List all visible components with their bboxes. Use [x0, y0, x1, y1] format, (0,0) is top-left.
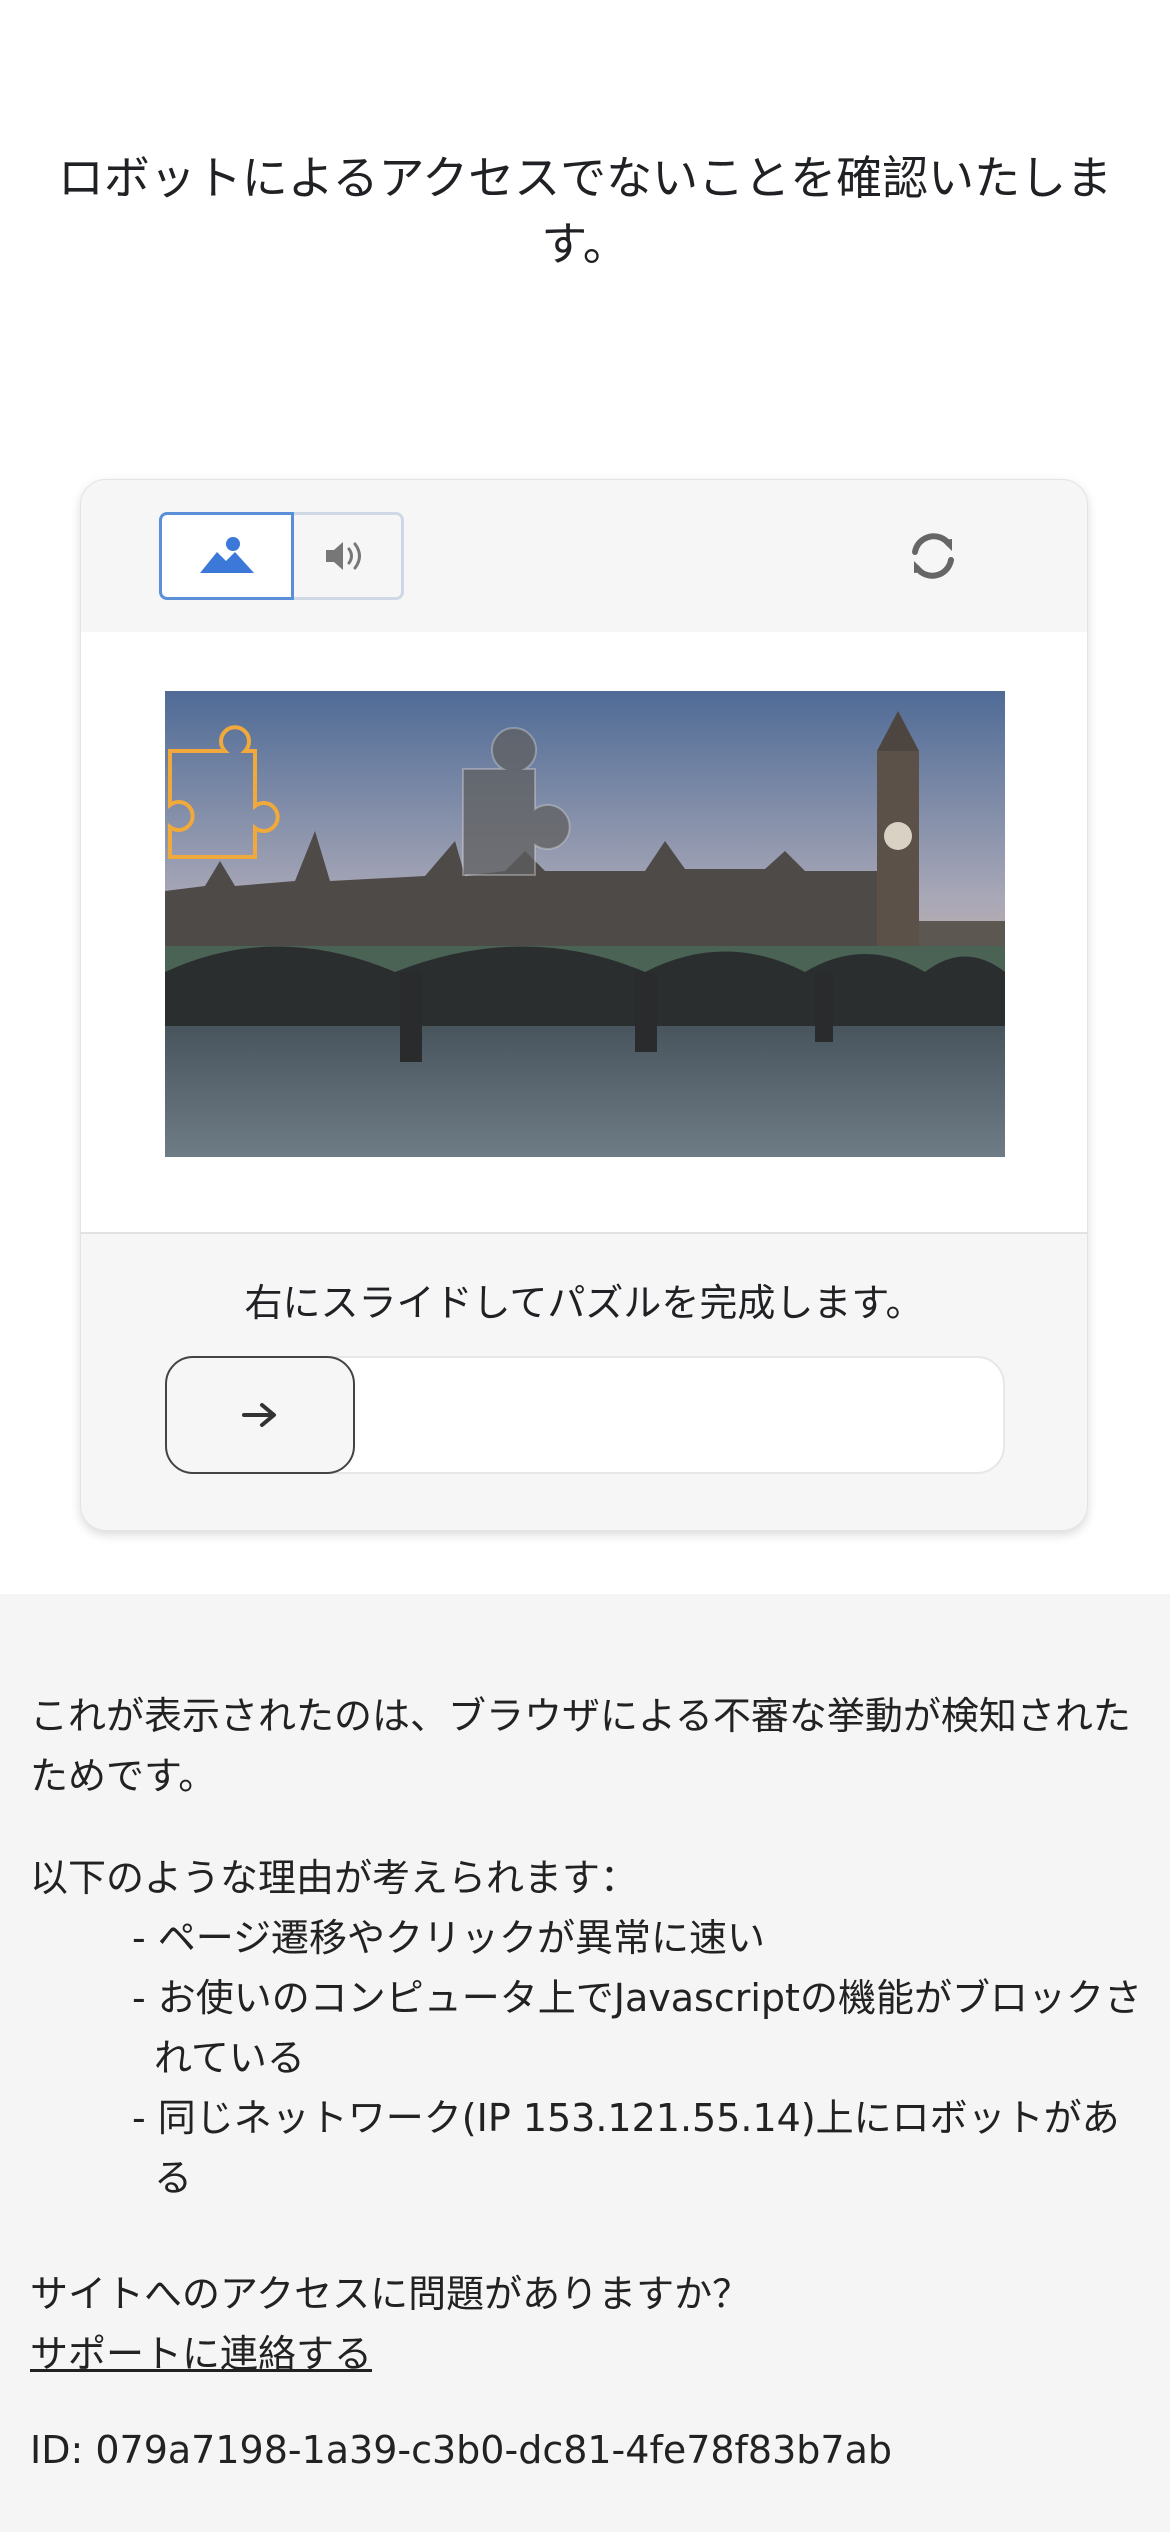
refresh-icon [912, 533, 954, 579]
slider-handle[interactable] [165, 1356, 355, 1474]
image-mode-button[interactable] [159, 512, 294, 600]
captcha-toolbar [81, 480, 1087, 634]
info-section: これが表示されたのは、ブラウザによる不審な挙動が検知されたためです。 以下のよう… [0, 1594, 1170, 2532]
reason-intro: これが表示されたのは、ブラウザによる不審な挙動が検知されたためです。 [30, 1694, 1131, 1798]
captcha-image-area [81, 632, 1087, 1232]
image-mode-icon [199, 537, 254, 573]
puzzle-photo [165, 691, 1005, 1157]
captcha-widget: 右にスライドしてパズルを完成します。 [80, 479, 1088, 1531]
page-title: ロボットによるアクセスでないことを確認いたします。 [57, 151, 1113, 271]
puzzle-image [165, 691, 1005, 1157]
contact-support-link[interactable]: サポートに連絡する [30, 2324, 372, 2384]
support-question: サイトへのアクセスに問題がありますか？ [30, 2272, 751, 2316]
arrow-right-icon [242, 1403, 276, 1427]
list-item: - お使いのコンピュータ上でJavascriptの機能がブロックされている [132, 1976, 1142, 2080]
audio-mode-icon [326, 542, 361, 570]
list-item: - ページ遷移やクリックが異常に速い [132, 1916, 766, 1960]
list-item: - 同じネットワーク(IP 153.121.55.14)上にロボットがある [132, 2096, 1120, 2200]
refresh-button[interactable] [896, 519, 970, 593]
reasons-list: - ページ遷移やクリックが異常に速い - お使いのコンピュータ上でJavascr… [132, 1908, 1142, 2208]
audio-mode-button[interactable] [291, 512, 404, 600]
request-id: ID: 079a7198-1a39-c3b0-dc81-4fe78f83b7ab [30, 2428, 892, 2472]
captcha-footer: 右にスライドしてパズルを完成します。 [81, 1232, 1087, 1530]
reasons-title: 以下のような理由が考えられます： [30, 1856, 639, 1900]
slide-instruction: 右にスライドしてパズルを完成します。 [244, 1281, 924, 1325]
